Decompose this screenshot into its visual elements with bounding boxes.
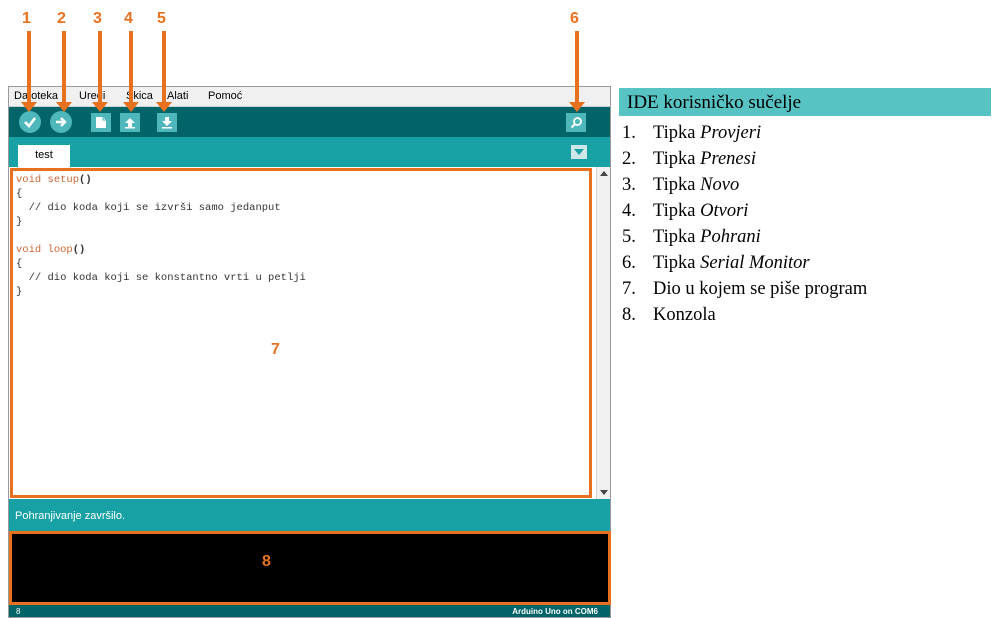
legend-name: Provjeri: [700, 123, 762, 143]
marker-4: 4: [124, 10, 133, 27]
scroll-up-icon[interactable]: [600, 171, 608, 176]
legend-text: Tipka: [653, 227, 701, 247]
arrow-2-icon: [56, 31, 72, 112]
tab-test[interactable]: test: [18, 145, 70, 167]
marker-3: 3: [93, 10, 102, 27]
serial-monitor-button[interactable]: [566, 113, 586, 132]
menu-datoteka[interactable]: Datoteka: [14, 90, 58, 102]
status-bar: Pohranjivanje završilo.: [9, 499, 610, 533]
menu-alati[interactable]: Alati: [167, 90, 188, 102]
new-button[interactable]: [91, 113, 111, 132]
highlight-editor: [10, 168, 592, 498]
arrow-up-icon: [125, 118, 135, 129]
legend-text: Konzola: [653, 305, 716, 325]
marker-7: 7: [271, 341, 280, 358]
legend-name: Serial Monitor: [700, 253, 810, 273]
legend-number: 2.: [622, 149, 636, 169]
arrow-4-icon: [123, 31, 139, 112]
check-icon: [24, 117, 37, 128]
legend-text: Tipka: [653, 149, 701, 169]
legend-number: 1.: [622, 123, 636, 143]
arrow-down-icon: [162, 117, 172, 129]
menu-pomoc[interactable]: Pomoć: [208, 90, 242, 102]
legend-number: 4.: [622, 201, 636, 221]
arrow-3-icon: [92, 31, 108, 112]
legend-item: 1. Tipka Provjeri: [622, 120, 867, 146]
marker-5: 5: [157, 10, 166, 27]
legend-text: Tipka: [653, 175, 701, 195]
marker-8: 8: [262, 553, 271, 570]
upload-button[interactable]: [50, 111, 72, 133]
arrow-6-icon: [569, 31, 585, 112]
legend-item: 8. Konzola: [622, 302, 867, 328]
legend-number: 8.: [622, 305, 636, 325]
legend-item: 6. Tipka Serial Monitor: [622, 250, 867, 276]
save-button[interactable]: [157, 113, 177, 132]
legend-list: 1. Tipka Provjeri 2. Tipka Prenesi 3. Tipka…: [622, 120, 867, 328]
board-info: Arduino Uno on COM6: [512, 607, 598, 616]
open-button[interactable]: [120, 113, 140, 132]
marker-2: 2: [57, 10, 66, 27]
marker-1: 1: [22, 10, 31, 27]
legend-item: 7. Dio u kojem se piše program: [622, 276, 867, 302]
line-number: 8: [16, 607, 21, 616]
legend-number: 6.: [622, 253, 636, 273]
verify-button[interactable]: [19, 111, 41, 133]
legend-item: 3. Tipka Novo: [622, 172, 867, 198]
scroll-down-icon[interactable]: [600, 490, 608, 495]
legend-name: Otvori: [700, 201, 749, 221]
legend-text: Tipka: [653, 123, 701, 143]
legend-number: 7.: [622, 279, 636, 299]
magnifier-icon: [570, 117, 582, 129]
legend-number: 3.: [622, 175, 636, 195]
tab-bar: test: [9, 137, 610, 167]
legend-text: Tipka: [653, 253, 701, 273]
marker-6: 6: [570, 10, 579, 27]
legend-item: 2. Tipka Prenesi: [622, 146, 867, 172]
arrow-1-icon: [21, 31, 37, 112]
legend-text: Dio u kojem se piše program: [653, 279, 868, 299]
legend-name: Pohrani: [700, 227, 761, 247]
legend-name: Prenesi: [700, 149, 756, 169]
chevron-down-icon: [574, 149, 584, 155]
legend-item: 4. Tipka Otvori: [622, 198, 867, 224]
new-file-icon: [96, 117, 106, 128]
legend-name: Novo: [700, 175, 740, 195]
legend-title: IDE korisničko sučelje: [619, 88, 991, 116]
legend-item: 5. Tipka Pohrani: [622, 224, 867, 250]
legend-text: Tipka: [653, 201, 701, 221]
bottom-bar: 8 Arduino Uno on COM6: [9, 605, 610, 617]
arrow-5-icon: [156, 31, 172, 112]
status-text: Pohranjivanje završilo.: [15, 510, 126, 522]
editor-scrollbar[interactable]: [596, 167, 610, 499]
highlight-console: [9, 531, 611, 605]
tab-menu-button[interactable]: [571, 145, 587, 159]
legend-number: 5.: [622, 227, 636, 247]
arrow-right-icon: [56, 117, 67, 127]
